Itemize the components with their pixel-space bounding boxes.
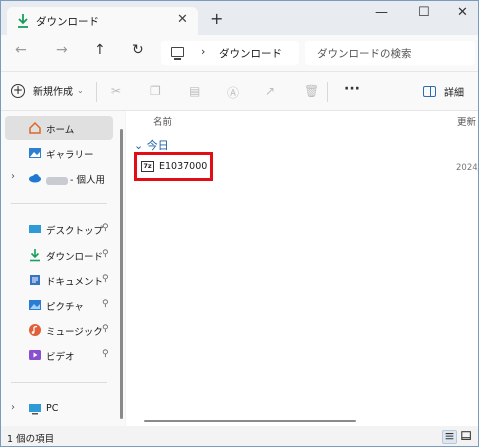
file-explorer-window: ダウンロード ✕ + — ☐ ✕ ← → ↑ ↻ › ダウンロード ダウンロード…	[0, 0, 479, 447]
sidebar-item-label: ミュージック	[46, 327, 103, 338]
share-icon[interactable]: ↗	[265, 84, 275, 98]
sidebar-divider	[11, 382, 107, 383]
rename-icon[interactable]: Ⓐ	[227, 84, 239, 101]
details-view-button[interactable]	[442, 430, 457, 444]
sidebar-item-music[interactable]: ミュージック ⚲	[5, 318, 113, 342]
search-input[interactable]: ダウンロードの検索	[305, 41, 475, 65]
sidebar-item-desktop[interactable]: デスクトップ ⚲	[5, 217, 113, 241]
pin-icon: ⚲	[102, 223, 109, 233]
maximize-button[interactable]: ☐	[418, 5, 430, 20]
more-options-button[interactable]: ···	[344, 81, 360, 97]
back-button[interactable]: ←	[15, 42, 27, 58]
command-bar: + 新規作成 ⌄ ✂ ❐ ▤ Ⓐ ↗ 🗑 ··· 詳細	[1, 71, 478, 111]
group-label: 今日	[146, 139, 169, 152]
video-icon	[29, 350, 41, 360]
sidebar-item-documents[interactable]: ドキュメント ⚲	[5, 268, 113, 292]
download-icon	[18, 14, 28, 28]
tab-title: ダウンロード	[36, 16, 99, 28]
list-view-icon	[445, 433, 454, 440]
home-icon	[29, 121, 41, 134]
download-icon	[30, 249, 40, 262]
group-header-today[interactable]: ⌄ 今日	[134, 137, 169, 153]
delete-icon[interactable]: 🗑	[304, 84, 319, 98]
sidebar-item-label: - 個人用	[46, 172, 105, 186]
sidebar-item-home[interactable]: ホーム	[5, 116, 113, 140]
pin-icon: ⚲	[102, 274, 109, 284]
sidebar-item-pc[interactable]: › PC	[5, 397, 113, 421]
gallery-icon	[29, 148, 41, 158]
details-label: 詳細	[444, 88, 464, 99]
sidebar-item-label: ドキュメント	[46, 277, 104, 288]
title-bar: ダウンロード ✕ + — ☐ ✕	[1, 1, 478, 35]
toolbar-divider	[96, 82, 97, 102]
address-bar[interactable]: › ダウンロード	[161, 41, 299, 65]
pin-icon: ⚲	[102, 324, 109, 334]
pc-icon	[29, 404, 41, 415]
sidebar-item-label-text: - 個人用	[70, 175, 105, 186]
up-button[interactable]: ↑	[94, 42, 106, 58]
this-pc-icon[interactable]	[171, 47, 184, 60]
sidebar-item-label: ダウンロード	[46, 252, 104, 263]
sidebar-item-label: ギャラリー	[46, 150, 94, 161]
column-header-name[interactable]: 名前	[153, 114, 172, 128]
expand-chevron-icon[interactable]: ›	[11, 171, 15, 182]
desktop-icon	[29, 225, 41, 233]
pin-icon: ⚲	[102, 249, 109, 259]
tiles-view-button[interactable]	[460, 430, 475, 444]
tiles-view-icon	[461, 431, 471, 440]
breadcrumb-downloads[interactable]: ダウンロード	[219, 46, 282, 61]
cut-icon[interactable]: ✂	[111, 84, 121, 98]
window-close-button[interactable]: ✕	[457, 5, 468, 20]
minimize-button[interactable]: —	[375, 5, 388, 20]
details-pane-icon	[423, 86, 436, 97]
sidebar-item-label: ホーム	[46, 125, 75, 136]
sidebar-item-gallery[interactable]: ギャラリー	[5, 141, 113, 165]
chevron-down-icon: ⌄	[134, 139, 144, 152]
horizontal-scrollbar[interactable]	[144, 420, 356, 422]
sidebar-item-label: ピクチャ	[46, 302, 84, 313]
new-button-label: 新規作成	[33, 87, 73, 98]
plus-icon: +	[11, 82, 25, 98]
sidebar-scrollbar[interactable]	[120, 129, 123, 419]
pin-icon: ⚲	[102, 349, 109, 359]
pin-icon: ⚲	[102, 299, 109, 309]
tab-close-icon[interactable]: ✕	[177, 12, 188, 27]
sidebar-item-pictures[interactable]: ピクチャ ⚲	[5, 293, 113, 317]
music-icon	[29, 324, 41, 336]
pictures-icon	[29, 300, 41, 310]
sidebar-item-label: デスクトップ	[46, 226, 104, 237]
chevron-down-icon: ⌄	[77, 86, 84, 95]
search-placeholder: ダウンロードの検索	[317, 48, 412, 60]
copy-icon[interactable]: ❐	[150, 84, 161, 98]
new-button[interactable]: + 新規作成 ⌄	[11, 83, 84, 98]
document-icon	[30, 275, 40, 285]
status-bar: 1 個の項目	[1, 426, 478, 446]
refresh-button[interactable]: ↻	[132, 42, 144, 58]
expand-chevron-icon[interactable]: ›	[11, 402, 15, 413]
file-modified-date: 2024/	[456, 163, 479, 173]
sidebar-item-label: PC	[46, 403, 59, 414]
navigation-bar: ← → ↑ ↻ › ダウンロード ダウンロードの検索	[1, 35, 478, 71]
sidebar-item-label: ビデオ	[46, 352, 75, 363]
onedrive-icon	[29, 174, 41, 183]
toolbar-divider	[327, 82, 328, 102]
highlight-box	[134, 152, 213, 181]
new-tab-button[interactable]: +	[210, 9, 223, 28]
sidebar-item-videos[interactable]: ビデオ ⚲	[5, 343, 113, 367]
column-header-modified[interactable]: 更新	[457, 114, 476, 128]
file-list-pane: 名前 更新 ⌄ 今日 7z E1037000 2024/	[126, 111, 479, 426]
forward-button[interactable]: →	[56, 42, 68, 58]
sidebar-item-downloads[interactable]: ダウンロード ⚲	[5, 243, 113, 267]
item-count: 1 個の項目	[7, 434, 55, 445]
tab-downloads[interactable]: ダウンロード ✕	[7, 7, 198, 35]
navigation-pane: ホーム ギャラリー › - 個人用 デスクトップ ⚲ ダウンロード ⚲ ドキュメ…	[1, 111, 125, 426]
breadcrumb-separator[interactable]: ›	[201, 45, 205, 58]
sidebar-item-onedrive[interactable]: › - 個人用	[5, 166, 113, 190]
blurred-account-name	[46, 176, 68, 185]
paste-icon[interactable]: ▤	[189, 84, 200, 98]
details-pane-button[interactable]: 詳細	[423, 84, 464, 99]
sidebar-divider	[11, 203, 107, 204]
